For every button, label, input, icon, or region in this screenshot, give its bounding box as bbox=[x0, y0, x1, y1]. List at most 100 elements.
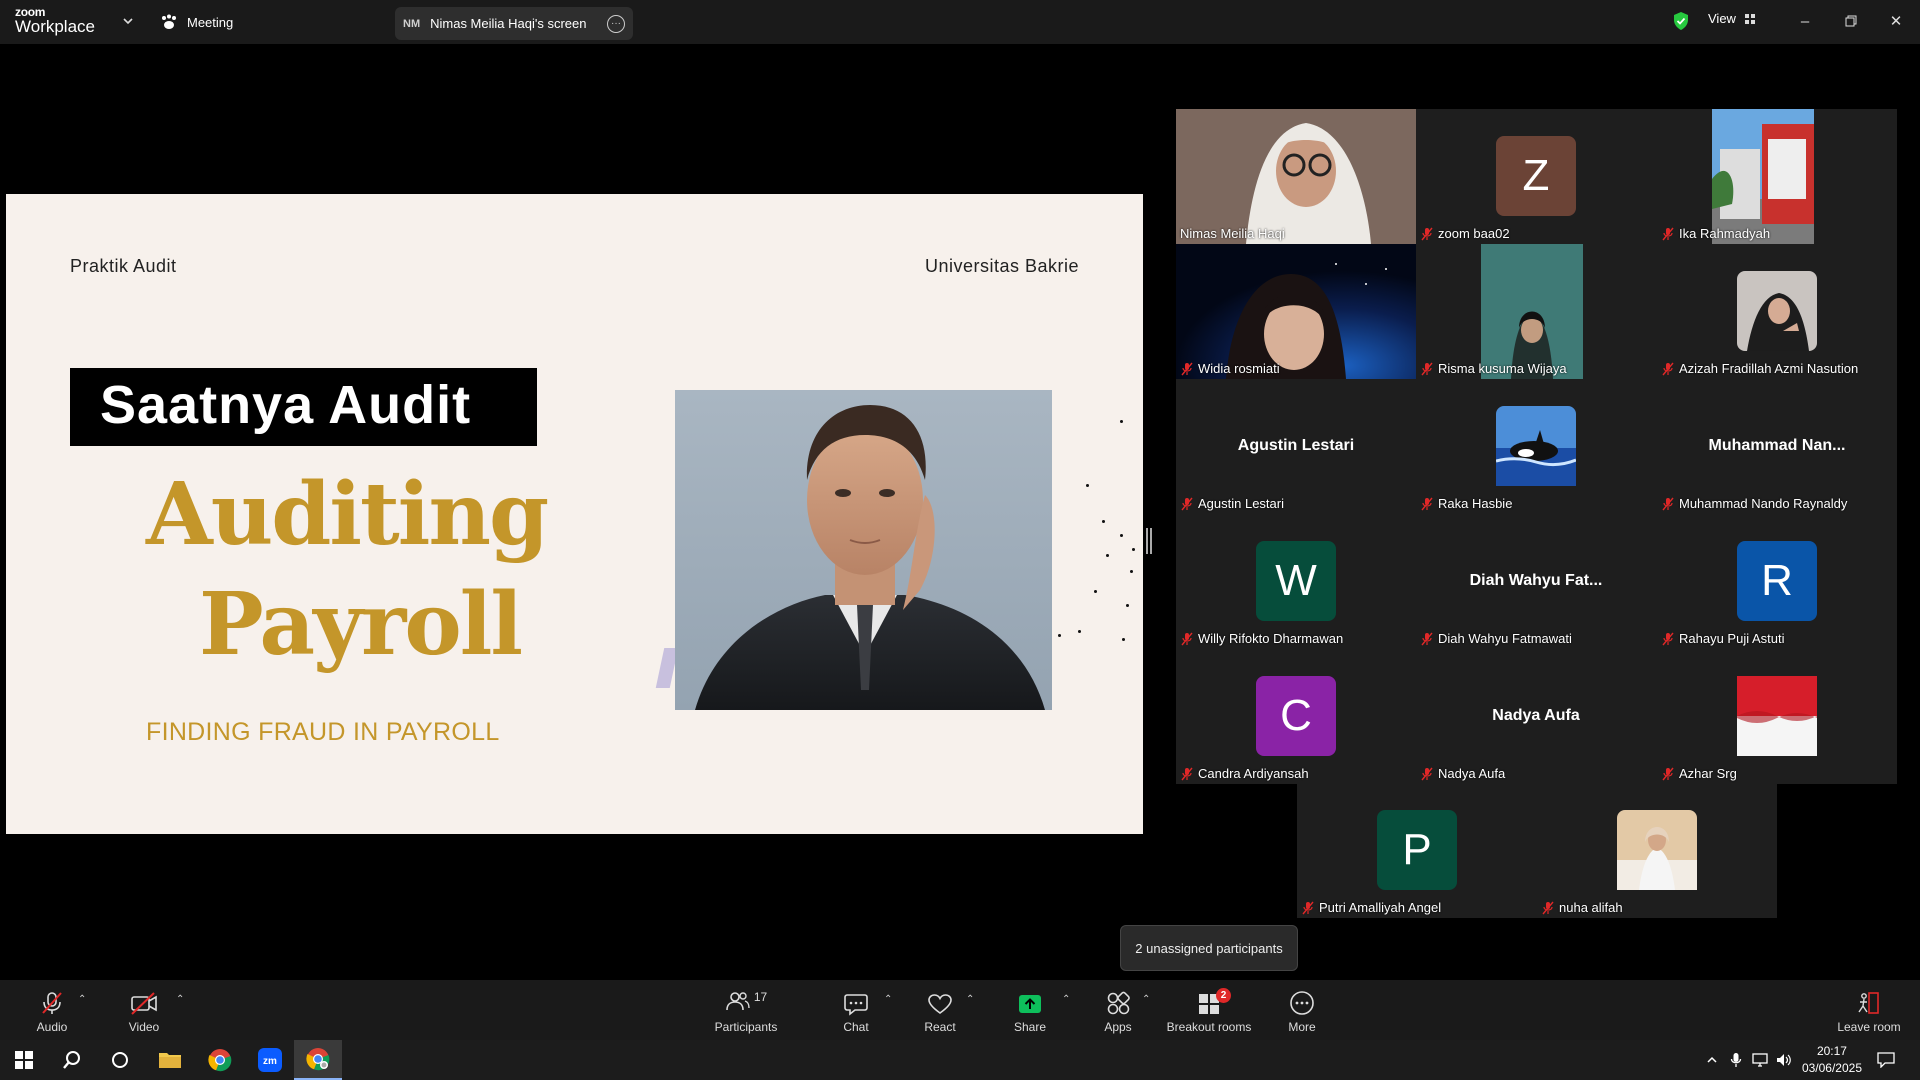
resize-handle[interactable] bbox=[1146, 528, 1152, 554]
apps-icon bbox=[1107, 991, 1130, 1015]
audio-caret-icon[interactable]: ⌃ bbox=[78, 994, 88, 1005]
microphone-muted-icon bbox=[42, 992, 62, 1014]
leave-room-button[interactable]: Leave room bbox=[1834, 980, 1904, 1040]
participant-tile[interactable]: C Candra Ardiyansah bbox=[1176, 649, 1416, 784]
file-explorer-icon[interactable] bbox=[146, 1040, 194, 1080]
participant-tile[interactable]: W Willy Rifokto Dharmawan bbox=[1176, 514, 1416, 649]
chrome-profile-icon[interactable] bbox=[294, 1040, 342, 1080]
react-label: React bbox=[924, 1020, 956, 1034]
audio-button[interactable]: Audio bbox=[30, 980, 74, 1040]
microphone-muted-icon bbox=[1662, 362, 1674, 375]
heart-icon bbox=[928, 994, 952, 1014]
participant-name-label: Diah Wahyu Fatmawati bbox=[1420, 631, 1572, 646]
participant-name: nuha alifah bbox=[1559, 900, 1623, 915]
participant-video bbox=[1737, 676, 1817, 756]
participant-name-label: nuha alifah bbox=[1541, 900, 1623, 915]
participant-tile[interactable]: Diah Wahyu Fat... Diah Wahyu Fatmawati bbox=[1416, 514, 1656, 649]
chrome-icon[interactable] bbox=[196, 1040, 244, 1080]
participant-video bbox=[1481, 244, 1583, 379]
minimize-icon[interactable]: – bbox=[1794, 10, 1816, 32]
participants-label: Participants bbox=[714, 1020, 778, 1034]
meeting-tab[interactable]: Meeting bbox=[160, 12, 233, 32]
shared-screen-pill[interactable]: NM Nimas Meilia Haqi's screen ··· bbox=[395, 7, 633, 40]
system-clock[interactable]: 20:17 03/06/2025 bbox=[1802, 1043, 1862, 1077]
apps-button[interactable]: Apps bbox=[1094, 980, 1142, 1040]
participant-avatar: R bbox=[1737, 541, 1817, 621]
logo-bottom-text: Workplace bbox=[15, 17, 95, 36]
meeting-label: Meeting bbox=[187, 14, 234, 30]
participant-tile[interactable]: Widia rosmiati bbox=[1176, 244, 1416, 379]
participant-tile[interactable]: Raka Hasbie bbox=[1416, 379, 1656, 514]
participant-name: Rahayu Puji Astuti bbox=[1679, 631, 1785, 646]
participants-icon bbox=[726, 992, 750, 1011]
tray-chevron-up-icon[interactable] bbox=[1700, 1040, 1724, 1080]
shield-check-icon[interactable] bbox=[1672, 11, 1690, 31]
tray-network-icon[interactable] bbox=[1748, 1040, 1772, 1080]
participant-tile[interactable]: Azizah Fradillah Azmi Nasution bbox=[1657, 244, 1897, 379]
windows-start-icon[interactable] bbox=[0, 1040, 48, 1080]
chevron-down-icon[interactable] bbox=[120, 13, 136, 29]
cortana-icon[interactable] bbox=[96, 1040, 144, 1080]
tray-volume-icon[interactable] bbox=[1772, 1040, 1796, 1080]
clock-time: 20:17 bbox=[1816, 1044, 1847, 1058]
search-icon[interactable] bbox=[48, 1040, 96, 1080]
microphone-muted-icon bbox=[1421, 767, 1433, 780]
slide-header-right: Universitas Bakrie bbox=[924, 256, 1079, 276]
participant-tile[interactable]: Nimas Meilia Haqi bbox=[1176, 109, 1416, 244]
grid-view-icon bbox=[1744, 13, 1755, 24]
restore-icon[interactable] bbox=[1840, 10, 1862, 32]
title-bar: zoom Workplace Meeting NM Nimas Meilia H… bbox=[0, 0, 1920, 44]
participant-tile[interactable]: Nadya Aufa Nadya Aufa bbox=[1416, 649, 1656, 784]
participant-tile[interactable]: P Putri Amalliyah Angel bbox=[1297, 783, 1537, 918]
breakout-badge: 2 bbox=[1216, 988, 1231, 1003]
more-button[interactable]: More bbox=[1278, 980, 1326, 1040]
react-caret-icon[interactable]: ⌃ bbox=[966, 994, 976, 1005]
view-button[interactable]: View bbox=[1708, 11, 1756, 26]
participant-name: Ika Rahmadyah bbox=[1679, 226, 1771, 241]
participant-video bbox=[1176, 244, 1416, 379]
view-label: View bbox=[1708, 11, 1736, 26]
participant-avatar: Z bbox=[1496, 136, 1576, 216]
participant-name-label: Rahayu Puji Astuti bbox=[1661, 631, 1785, 646]
participant-tile[interactable]: Risma kusuma Wijaya bbox=[1416, 244, 1656, 379]
participant-name-label: Azhar Srg bbox=[1661, 766, 1737, 781]
participant-name: Agustin Lestari bbox=[1198, 496, 1284, 511]
participant-avatar: P bbox=[1377, 810, 1457, 890]
windows-taskbar: zm 20:17 03/06/2025 bbox=[0, 1040, 1920, 1080]
participant-tile[interactable]: R Rahayu Puji Astuti bbox=[1657, 514, 1897, 649]
tray-microphone-icon[interactable] bbox=[1724, 1040, 1748, 1080]
share-button[interactable]: Share bbox=[1006, 980, 1054, 1040]
breakout-label: Breakout rooms bbox=[1166, 1020, 1252, 1034]
more-icon bbox=[1290, 991, 1314, 1015]
participants-button[interactable]: 17 Participants bbox=[712, 980, 780, 1040]
video-caret-icon[interactable]: ⌃ bbox=[176, 994, 186, 1005]
participant-tile[interactable]: Agustin Lestari Agustin Lestari bbox=[1176, 379, 1416, 514]
share-caret-icon[interactable]: ⌃ bbox=[1062, 994, 1072, 1005]
participant-tile[interactable]: Azhar Srg bbox=[1657, 649, 1897, 784]
sharer-initials: NM bbox=[403, 17, 421, 30]
chat-caret-icon[interactable]: ⌃ bbox=[884, 994, 894, 1005]
video-button[interactable]: Video bbox=[122, 980, 166, 1040]
close-icon[interactable]: ✕ bbox=[1885, 10, 1907, 32]
more-options-icon[interactable]: ··· bbox=[607, 14, 625, 33]
microphone-muted-icon bbox=[1662, 497, 1674, 510]
participant-tile[interactable]: nuha alifah bbox=[1537, 783, 1777, 918]
participant-name: Muhammad Nando Raynaldy bbox=[1679, 496, 1848, 511]
participant-name: Azizah Fradillah Azmi Nasution bbox=[1679, 361, 1859, 376]
apps-caret-icon[interactable]: ⌃ bbox=[1142, 994, 1152, 1005]
breakout-rooms-button[interactable]: Breakout rooms bbox=[1166, 980, 1252, 1040]
slide-banner: Saatnya Audit bbox=[70, 368, 537, 446]
react-button[interactable]: React bbox=[916, 980, 964, 1040]
chat-button[interactable]: Chat bbox=[832, 980, 880, 1040]
notifications-icon[interactable] bbox=[1862, 1040, 1910, 1080]
participant-name-label: Azizah Fradillah Azmi Nasution bbox=[1661, 361, 1858, 376]
slide-banner-text: Saatnya Audit bbox=[100, 375, 472, 435]
participant-tile[interactable]: Muhammad Nan... Muhammad Nando Raynaldy bbox=[1657, 379, 1897, 514]
participant-name: Nimas Meilia Haqi bbox=[1180, 226, 1285, 241]
camera-off-icon bbox=[131, 992, 157, 1015]
participant-video bbox=[1737, 271, 1817, 351]
microphone-muted-icon bbox=[1181, 632, 1193, 645]
participant-tile[interactable]: Ika Rahmadyah bbox=[1657, 109, 1897, 244]
participant-tile[interactable]: Zzoom baa02 bbox=[1416, 109, 1656, 244]
zoom-app-icon[interactable]: zm bbox=[246, 1040, 294, 1080]
